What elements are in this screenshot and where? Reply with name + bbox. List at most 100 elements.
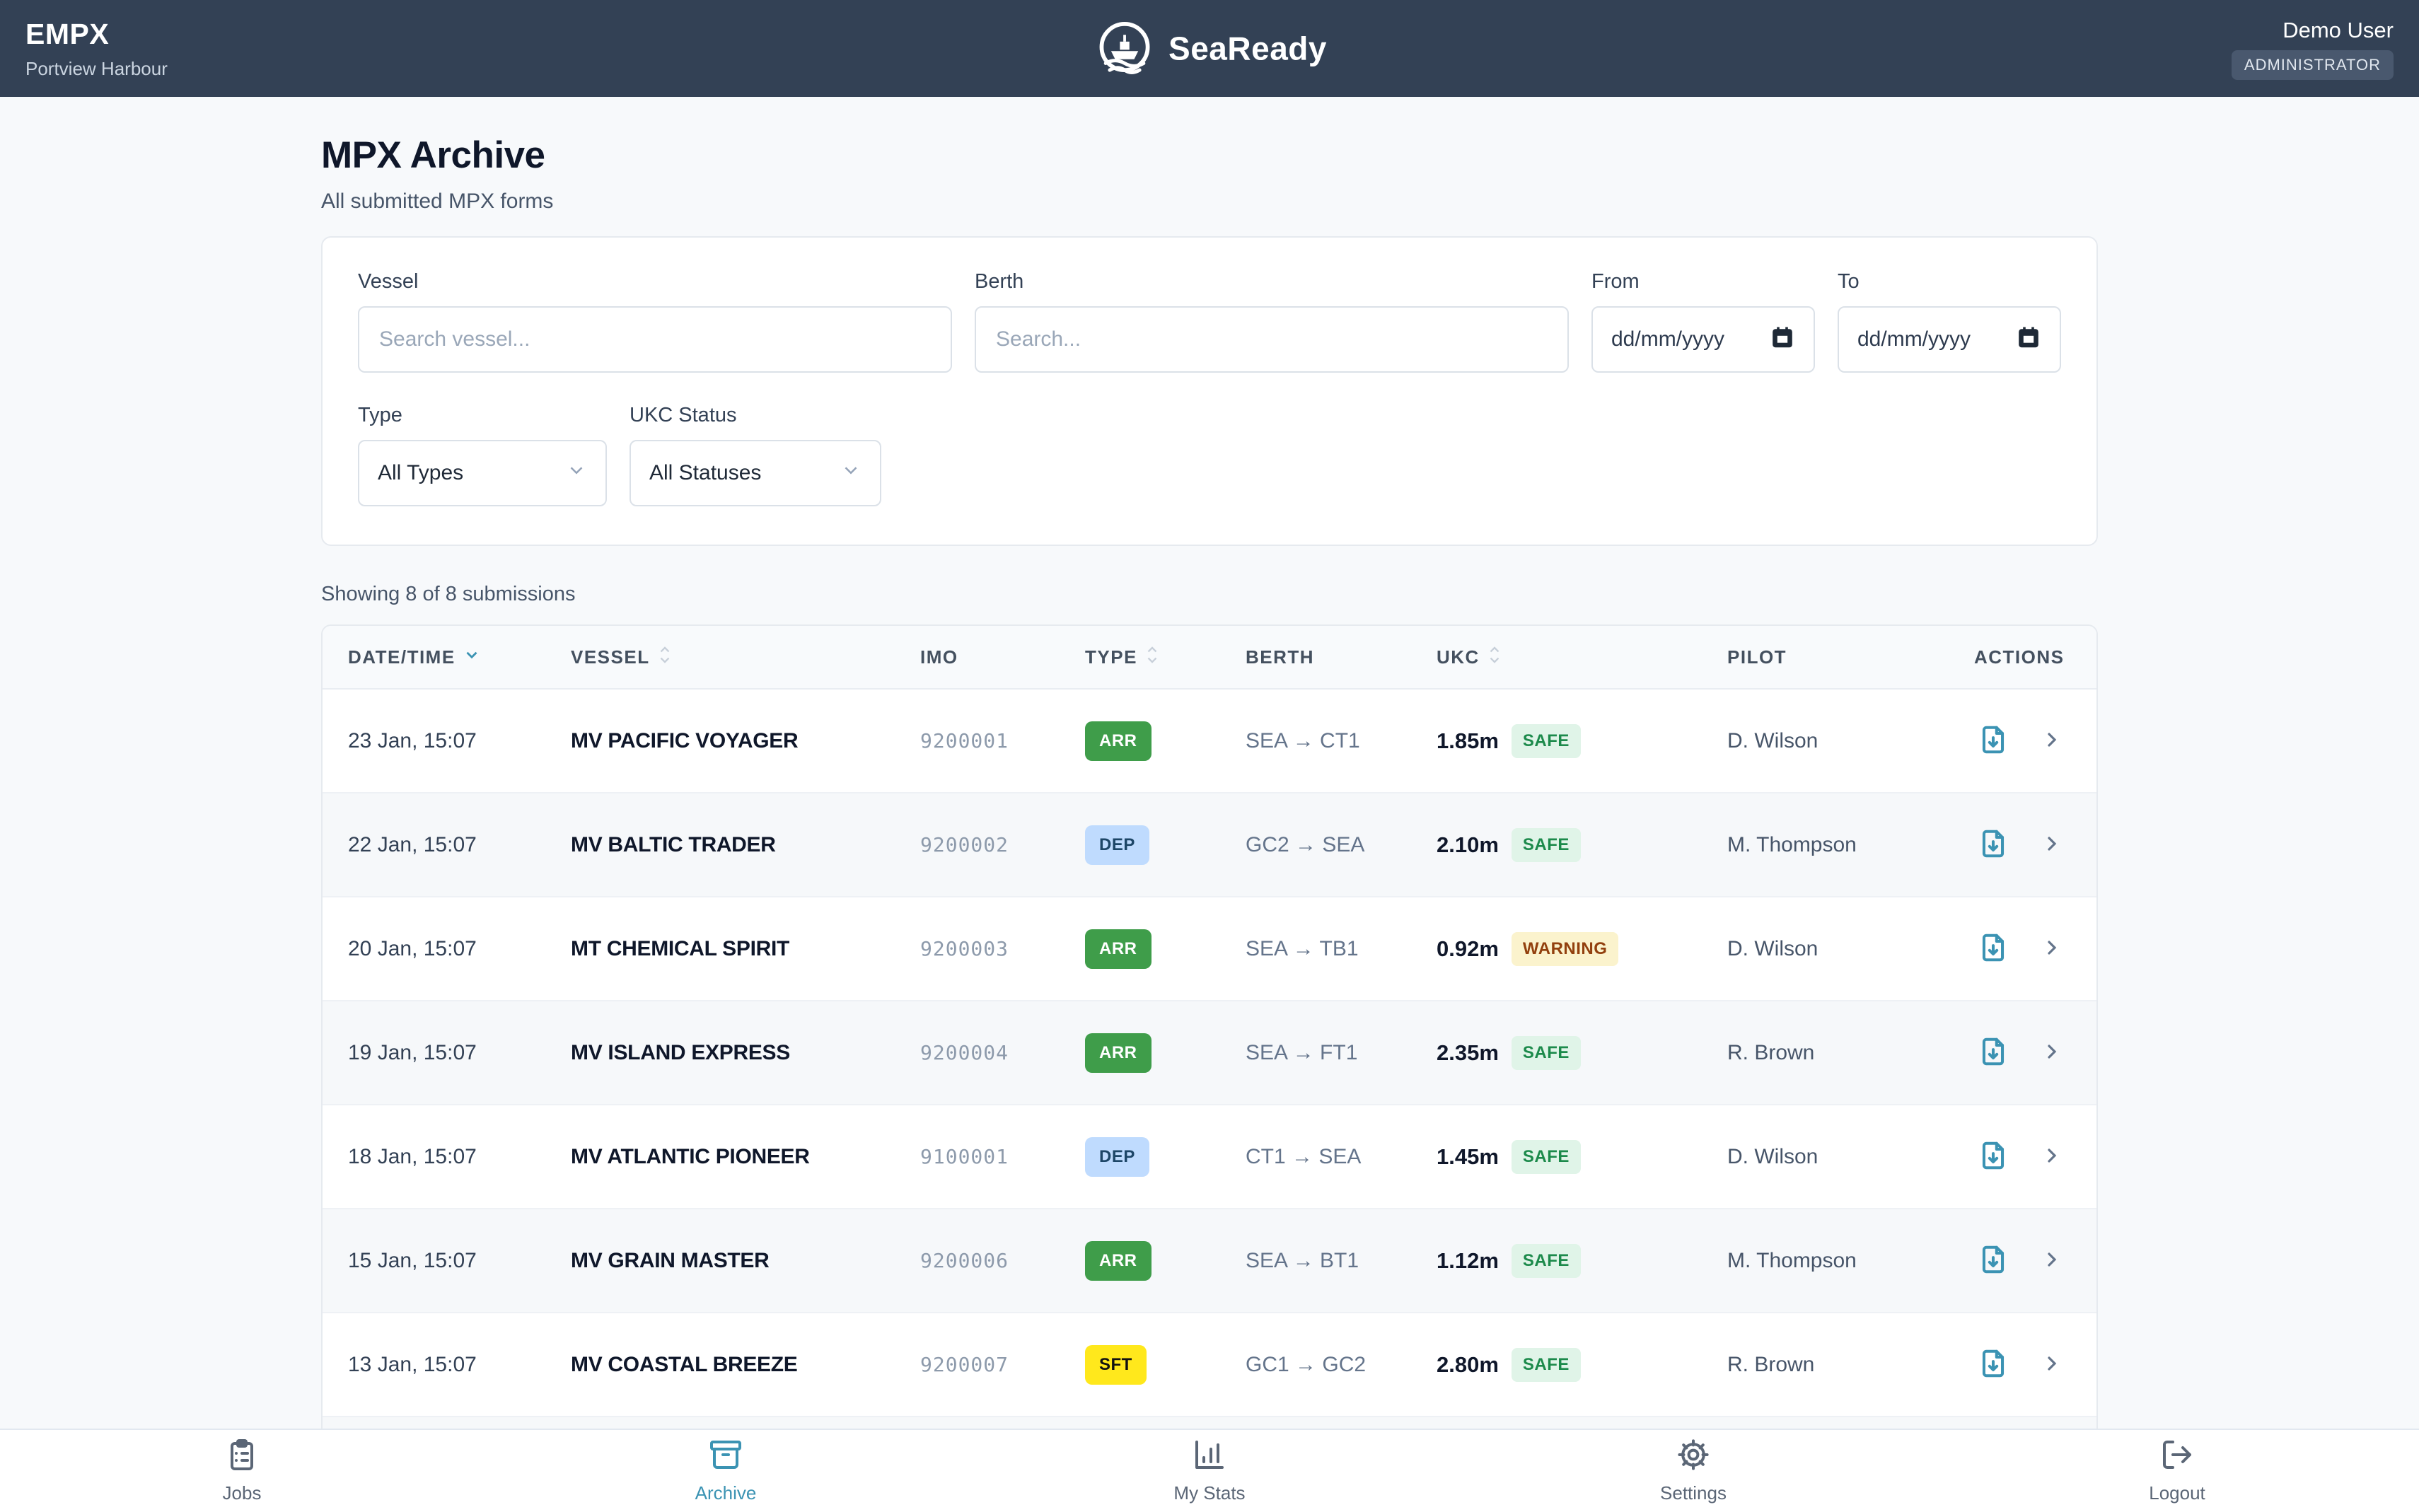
file-download-icon — [1977, 931, 2009, 966]
vessel-search-input[interactable] — [358, 306, 952, 373]
main-content: MPX Archive All submitted MPX forms Vess… — [321, 97, 2098, 1512]
cell-berth-route: GC2 → SEA — [1246, 833, 1437, 857]
bottom-navigation: Jobs Archive My StatsSettings Logout — [0, 1429, 2419, 1512]
table-row[interactable]: 20 Jan, 15:07MT CHEMICAL SPIRIT9200003AR… — [323, 897, 2096, 1001]
file-download-icon — [1977, 827, 2009, 862]
column-header-ukc[interactable]: UKC — [1437, 644, 1727, 670]
user-area[interactable]: Demo User ADMINISTRATOR — [2232, 18, 2394, 80]
download-form-button[interactable] — [1977, 827, 2009, 862]
type-select-value: All Types — [378, 461, 463, 485]
cell-berth-route: SEA → TB1 — [1246, 937, 1437, 961]
ukc-status-badge: SAFE — [1512, 1140, 1581, 1174]
to-date-input[interactable]: dd/mm/yyyy — [1838, 306, 2061, 373]
sort-toggle-icon — [657, 644, 673, 670]
cell-type: ARR — [1085, 1033, 1246, 1073]
nav-item-label: Logout — [2149, 1482, 2205, 1504]
from-date-input[interactable]: dd/mm/yyyy — [1591, 306, 1815, 373]
chevron-right-icon — [2041, 1144, 2063, 1169]
table-row[interactable]: 22 Jan, 15:07MV BALTIC TRADER9200002DEPG… — [323, 793, 2096, 897]
open-details-button[interactable] — [2041, 1352, 2063, 1377]
chevron-right-icon — [2041, 936, 2063, 961]
column-header-label: IMO — [920, 646, 958, 668]
nav-item-logout[interactable]: Logout — [1935, 1430, 2419, 1512]
nav-item-my-stats[interactable]: My Stats — [968, 1430, 1451, 1512]
download-form-button[interactable] — [1977, 1347, 2009, 1382]
cell-pilot: M. Thompson — [1727, 833, 1974, 857]
ukc-value: 1.45m — [1437, 1144, 1499, 1170]
cell-datetime: 13 Jan, 15:07 — [348, 1353, 571, 1377]
table-row[interactable]: 13 Jan, 15:07MV COASTAL BREEZE9200007SFT… — [323, 1313, 2096, 1417]
column-header-actions: ACTIONS — [1974, 646, 2096, 668]
cell-imo: 9200003 — [920, 937, 1085, 960]
nav-item-settings[interactable]: Settings — [1451, 1430, 1935, 1512]
open-details-button[interactable] — [2041, 1248, 2063, 1273]
cell-type: DEP — [1085, 1137, 1246, 1177]
movement-type-badge: ARR — [1085, 929, 1152, 969]
cell-datetime: 22 Jan, 15:07 — [348, 833, 571, 857]
open-details-button[interactable] — [2041, 936, 2063, 961]
ukc-status-badge: WARNING — [1512, 932, 1619, 966]
cell-berth-route: SEA → FT1 — [1246, 1041, 1437, 1065]
cell-type: ARR — [1085, 1241, 1246, 1281]
nav-item-archive[interactable]: Archive — [484, 1430, 968, 1512]
download-form-button[interactable] — [1977, 1243, 2009, 1278]
column-header-vessel[interactable]: VESSEL — [571, 644, 920, 670]
ukc-status-select[interactable]: All Statuses — [630, 440, 881, 506]
from-date-label: From — [1591, 270, 1815, 293]
column-header-date-time[interactable]: DATE/TIME — [348, 646, 571, 669]
cell-vessel-name: MV COASTAL BREEZE — [571, 1353, 920, 1377]
open-details-button[interactable] — [2041, 728, 2063, 753]
nav-item-label: Jobs — [223, 1482, 262, 1504]
column-header-imo: IMO — [920, 646, 1085, 668]
nav-item-jobs[interactable]: Jobs — [0, 1430, 484, 1512]
cell-ukc: 1.12mSAFE — [1437, 1244, 1727, 1278]
open-details-button[interactable] — [2041, 1144, 2063, 1169]
movement-type-badge: DEP — [1085, 1137, 1149, 1177]
cell-actions — [1974, 723, 2096, 758]
column-header-type[interactable]: TYPE — [1085, 644, 1246, 670]
cell-berth-route: CT1 → SEA — [1246, 1145, 1437, 1169]
open-details-button[interactable] — [2041, 832, 2063, 857]
table-row[interactable]: 19 Jan, 15:07MV ISLAND EXPRESS9200004ARR… — [323, 1001, 2096, 1105]
top-bar: EMPX Portview Harbour SeaReady Demo User… — [0, 0, 2419, 97]
table-row[interactable]: 23 Jan, 15:07MV PACIFIC VOYAGER9200001AR… — [323, 690, 2096, 793]
chevron-right-icon — [2041, 1352, 2063, 1377]
download-form-button[interactable] — [1977, 931, 2009, 966]
calendar-icon[interactable] — [2016, 324, 2041, 355]
calendar-icon[interactable] — [1770, 324, 1795, 355]
user-role-badge: ADMINISTRATOR — [2232, 50, 2394, 80]
page-title: MPX Archive — [321, 134, 2098, 177]
to-date-value: dd/mm/yyyy — [1857, 327, 1971, 351]
download-form-button[interactable] — [1977, 723, 2009, 758]
chevron-right-icon — [2041, 832, 2063, 857]
download-form-button[interactable] — [1977, 1139, 2009, 1174]
type-select[interactable]: All Types — [358, 440, 607, 506]
logout-icon — [2160, 1438, 2194, 1475]
cell-type: DEP — [1085, 825, 1246, 865]
cell-datetime: 19 Jan, 15:07 — [348, 1041, 571, 1065]
download-form-button[interactable] — [1977, 1035, 2009, 1070]
ukc-status-badge: SAFE — [1512, 1348, 1581, 1382]
berth-search-input[interactable] — [975, 306, 1569, 373]
open-details-button[interactable] — [2041, 1040, 2063, 1065]
cell-ukc: 2.35mSAFE — [1437, 1036, 1727, 1070]
movement-type-badge: ARR — [1085, 1241, 1152, 1281]
column-header-label: BERTH — [1246, 646, 1314, 668]
table-row[interactable]: 15 Jan, 15:07MV GRAIN MASTER9200006ARRSE… — [323, 1209, 2096, 1313]
column-header-label: TYPE — [1085, 646, 1137, 668]
nav-item-label: Archive — [695, 1482, 757, 1504]
cell-berth-route: SEA → BT1 — [1246, 1249, 1437, 1273]
vessel-filter-label: Vessel — [358, 270, 952, 293]
cell-berth-route: SEA → CT1 — [1246, 729, 1437, 753]
to-date-label: To — [1838, 270, 2061, 293]
table-row[interactable]: 18 Jan, 15:07MV ATLANTIC PIONEER9100001D… — [323, 1105, 2096, 1209]
chevron-right-icon — [2041, 1040, 2063, 1065]
movement-type-badge: ARR — [1085, 1033, 1152, 1073]
ukc-value: 1.12m — [1437, 1248, 1499, 1274]
cell-pilot: M. Thompson — [1727, 1249, 1974, 1273]
app-identity: EMPX Portview Harbour — [25, 18, 168, 80]
cell-datetime: 18 Jan, 15:07 — [348, 1145, 571, 1169]
ukc-status-badge: SAFE — [1512, 724, 1581, 758]
ukc-status-filter-label: UKC Status — [630, 404, 881, 427]
cell-pilot: D. Wilson — [1727, 1145, 1974, 1169]
